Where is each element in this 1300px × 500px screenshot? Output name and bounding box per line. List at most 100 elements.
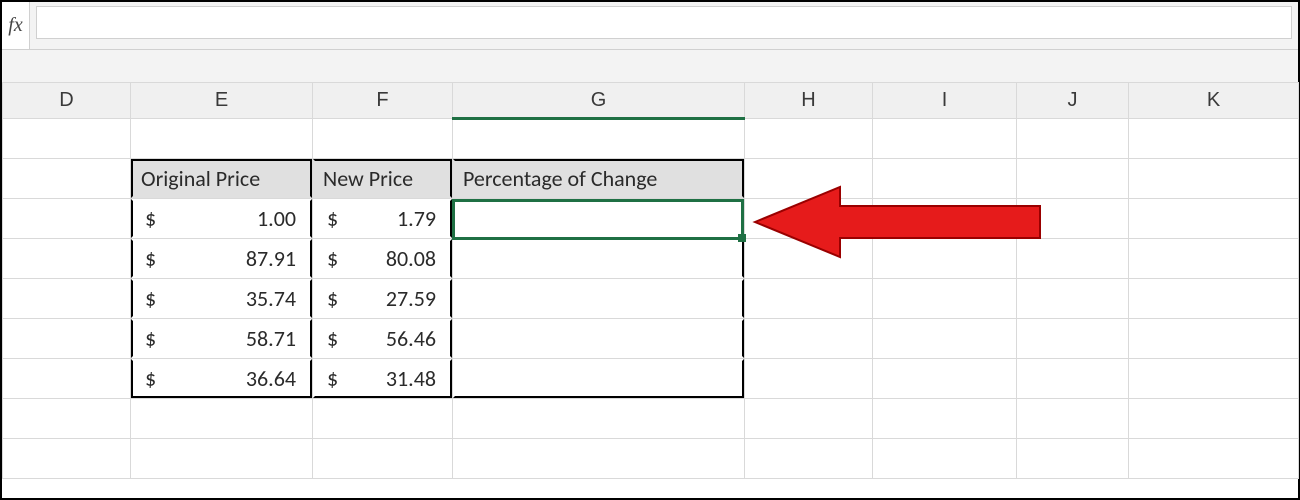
cell-new[interactable]: $1.79 [313, 199, 453, 239]
cell[interactable] [453, 119, 745, 159]
cell[interactable] [745, 399, 873, 439]
cell[interactable] [745, 359, 873, 399]
formula-input[interactable] [36, 6, 1292, 39]
spreadsheet-area[interactable]: D E F G H I J K [2, 82, 1298, 479]
cell[interactable] [745, 199, 873, 239]
cell[interactable] [873, 439, 1017, 479]
cell[interactable] [1017, 439, 1129, 479]
grid-row: Original Price New Price Percentage of C… [3, 159, 1299, 199]
cell[interactable] [745, 439, 873, 479]
cell[interactable] [1017, 119, 1129, 159]
cell-header-new[interactable]: New Price [313, 159, 453, 199]
cell-new[interactable]: $80.08 [313, 239, 453, 279]
currency-symbol: $ [323, 245, 338, 272]
cell[interactable] [1017, 159, 1129, 199]
cell-pct[interactable] [453, 279, 745, 319]
cell[interactable] [873, 199, 1017, 239]
col-header-K[interactable]: K [1129, 83, 1299, 119]
cell-pct[interactable] [453, 199, 745, 239]
cell[interactable] [131, 399, 313, 439]
formula-bar: fx [2, 2, 1298, 50]
cell[interactable] [313, 119, 453, 159]
cell[interactable] [745, 119, 873, 159]
cell[interactable] [1129, 359, 1299, 399]
cell[interactable] [3, 239, 131, 279]
cell-original[interactable]: $36.64 [131, 359, 313, 399]
cell[interactable] [745, 279, 873, 319]
cell[interactable] [3, 399, 131, 439]
cell[interactable] [3, 279, 131, 319]
cell[interactable] [3, 439, 131, 479]
cell-pct[interactable] [453, 239, 745, 279]
cell[interactable] [1129, 319, 1299, 359]
cell[interactable] [3, 119, 131, 159]
cell[interactable] [3, 159, 131, 199]
cell-original[interactable]: $35.74 [131, 279, 313, 319]
cell[interactable] [1129, 119, 1299, 159]
cell[interactable] [1017, 199, 1129, 239]
currency-symbol: $ [323, 325, 338, 352]
cell-pct[interactable] [453, 359, 745, 399]
fx-icon: fx [2, 2, 30, 49]
col-header-J[interactable]: J [1017, 83, 1129, 119]
amount: 87.91 [246, 245, 302, 272]
cell-new[interactable]: $27.59 [313, 279, 453, 319]
cell[interactable] [1017, 279, 1129, 319]
currency-symbol: $ [323, 205, 338, 232]
grid-row: $87.91 $80.08 [3, 239, 1299, 279]
cell-new[interactable]: $56.46 [313, 319, 453, 359]
cell[interactable] [313, 439, 453, 479]
amount: 31.48 [386, 365, 442, 392]
grid-row [3, 439, 1299, 479]
cell-original[interactable]: $87.91 [131, 239, 313, 279]
cell-header-pct[interactable]: Percentage of Change [453, 159, 745, 199]
header-label: New Price [323, 165, 413, 192]
cell[interactable] [873, 119, 1017, 159]
cell[interactable] [1017, 239, 1129, 279]
cell[interactable] [745, 159, 873, 199]
col-header-H[interactable]: H [745, 83, 873, 119]
grid-row: $35.74 $27.59 [3, 279, 1299, 319]
amount: 36.64 [246, 365, 302, 392]
cell-new[interactable]: $31.48 [313, 359, 453, 399]
cell[interactable] [745, 319, 873, 359]
cell[interactable] [1017, 359, 1129, 399]
cell[interactable] [131, 439, 313, 479]
cell[interactable] [1017, 399, 1129, 439]
col-header-G[interactable]: G [453, 83, 745, 119]
cell[interactable] [873, 319, 1017, 359]
cell[interactable] [873, 359, 1017, 399]
cell[interactable] [1129, 399, 1299, 439]
cell[interactable] [1129, 199, 1299, 239]
cell[interactable] [873, 159, 1017, 199]
cell[interactable] [873, 399, 1017, 439]
cell[interactable] [1129, 279, 1299, 319]
amount: 58.71 [246, 325, 302, 352]
cell[interactable] [131, 119, 313, 159]
cell[interactable] [1129, 159, 1299, 199]
col-header-I[interactable]: I [873, 83, 1017, 119]
col-header-E[interactable]: E [131, 83, 313, 119]
cell[interactable] [3, 319, 131, 359]
cell[interactable] [1129, 439, 1299, 479]
cell[interactable] [453, 439, 745, 479]
amount: 80.08 [386, 245, 442, 272]
cell[interactable] [3, 199, 131, 239]
cell[interactable] [313, 399, 453, 439]
cell[interactable] [873, 239, 1017, 279]
currency-symbol: $ [323, 365, 338, 392]
currency-symbol: $ [141, 245, 156, 272]
cell-pct[interactable] [453, 319, 745, 359]
cell-original[interactable]: $58.71 [131, 319, 313, 359]
cell[interactable] [453, 399, 745, 439]
cell[interactable] [873, 279, 1017, 319]
col-header-F[interactable]: F [313, 83, 453, 119]
cell-original[interactable]: $1.00 [131, 199, 313, 239]
cell[interactable] [1017, 319, 1129, 359]
grid[interactable]: D E F G H I J K [2, 82, 1299, 479]
cell-header-original[interactable]: Original Price [131, 159, 313, 199]
col-header-D[interactable]: D [3, 83, 131, 119]
cell[interactable] [745, 239, 873, 279]
cell[interactable] [3, 359, 131, 399]
cell[interactable] [1129, 239, 1299, 279]
